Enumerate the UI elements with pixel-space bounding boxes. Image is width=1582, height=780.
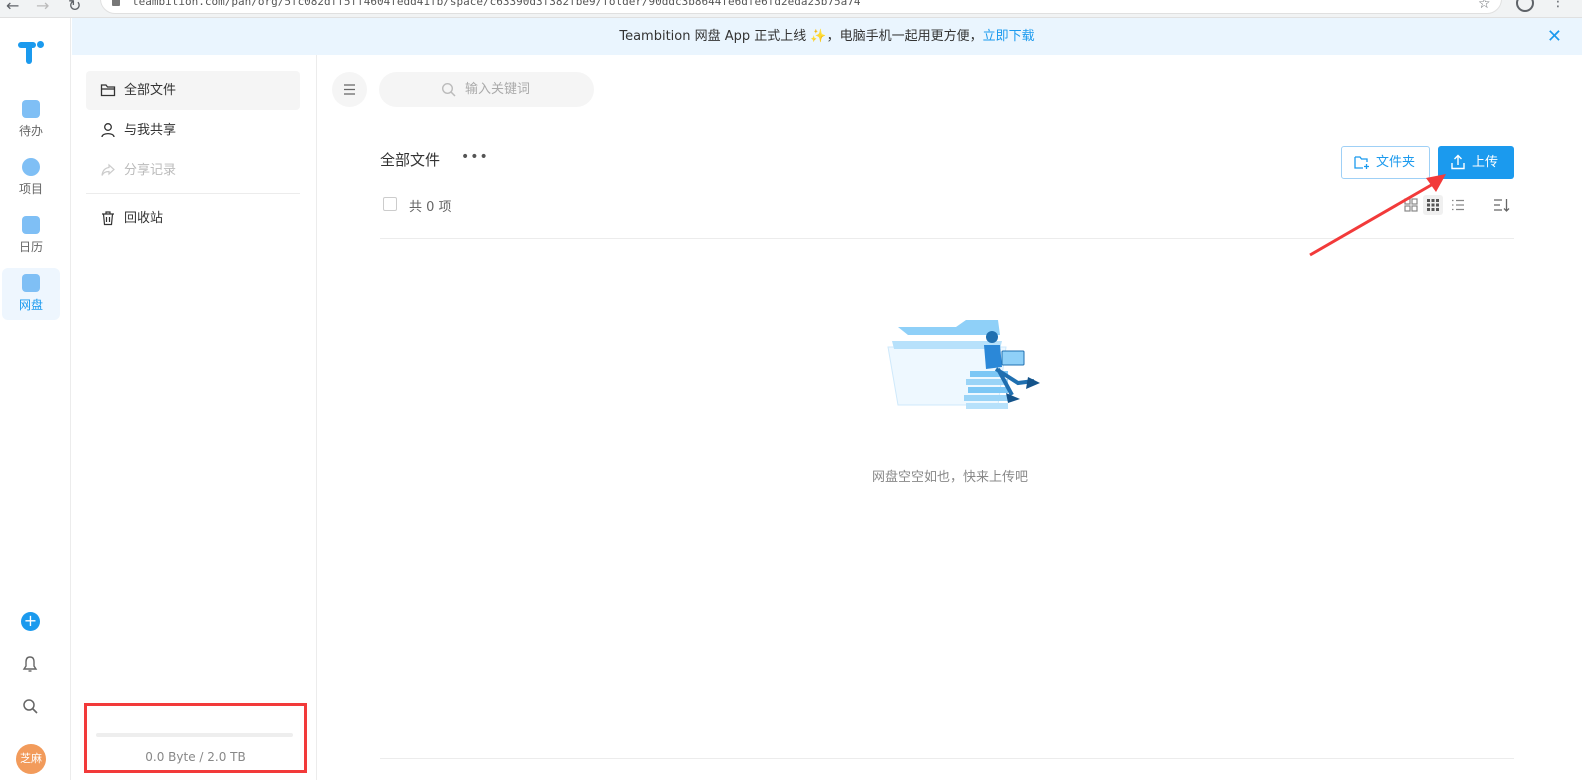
storage-usage: 0.0 Byte / 2.0 TB (84, 703, 307, 773)
nav-divider (86, 193, 300, 194)
bottom-divider (380, 758, 1514, 759)
search-placeholder: 输入关键词 (465, 82, 531, 97)
annotation-arrow (1309, 174, 1446, 257)
hamburger-icon (344, 84, 355, 95)
teambition-logo[interactable] (18, 40, 44, 66)
back-icon[interactable]: ← (6, 0, 19, 15)
rail-item-projects[interactable]: 项目 (2, 152, 60, 204)
rail-item-todo[interactable]: 待办 (2, 94, 60, 146)
search-icon[interactable] (22, 698, 39, 719)
rail-label: 待办 (18, 124, 43, 138)
rail-item-calendar[interactable]: 日历 (2, 210, 60, 262)
toggle-menu-button[interactable] (332, 72, 367, 107)
rail-label: 日历 (18, 240, 43, 254)
drive-nav-panel: 全部文件 与我共享 分享记录 回收站 0.0 Byte / 2.0 TB (72, 55, 317, 780)
calendar-icon (22, 216, 40, 234)
bookmark-star-icon[interactable]: ☆ (1478, 0, 1491, 12)
empty-state-text: 网盘空空如也，快来上传吧 (871, 470, 1028, 485)
todo-icon (22, 100, 40, 118)
nav-label: 分享记录 (124, 163, 177, 178)
empty-folder-illustration (887, 320, 1040, 409)
nav-label: 回收站 (124, 211, 164, 226)
nav-item-all-files[interactable]: 全部文件 (86, 71, 300, 110)
trash-icon (102, 211, 114, 226)
search-input[interactable]: 输入关键词 (379, 72, 594, 107)
nav-label: 全部文件 (124, 83, 177, 98)
rail-label: 网盘 (18, 298, 43, 312)
rail-label: 项目 (18, 182, 43, 196)
bell-icon[interactable] (22, 656, 38, 677)
banner-text-2: ，电脑手机一起用更方便， (826, 29, 983, 44)
sort-icon[interactable] (1493, 197, 1511, 217)
app-rail: 待办 项目 日历 网盘 + 芝麻 (0, 18, 71, 780)
avatar[interactable]: 芝麻 (16, 744, 46, 774)
url-text[interactable]: teambition.com/pan/org/5fc082dff5ff4604f… (132, 0, 860, 8)
breadcrumb: 全部文件 (380, 151, 441, 169)
drive-icon (22, 274, 40, 292)
announcement-banner: Teambition 网盘 App 正式上线 ✨，电脑手机一起用更方便，立即下载… (72, 18, 1582, 55)
download-link[interactable]: 立即下载 (983, 29, 1035, 44)
account-icon[interactable] (1516, 0, 1534, 12)
select-all-checkbox[interactable] (383, 197, 397, 211)
close-icon[interactable]: ✕ (1547, 18, 1562, 55)
nav-item-shared-with-me[interactable]: 与我共享 (86, 111, 300, 150)
forward-icon[interactable]: → (36, 0, 49, 15)
share-arrow-icon (101, 163, 115, 176)
nav-label: 与我共享 (124, 123, 177, 138)
browser-toolbar: ← → ↻ teambition.com/pan/org/5fc082dff5f… (0, 0, 1582, 18)
storage-text: 0.0 Byte / 2.0 TB (145, 750, 246, 764)
project-icon (22, 158, 40, 176)
rail-item-drive[interactable]: 网盘 (2, 268, 60, 320)
search-icon (441, 82, 456, 97)
item-count: 共 0 项 (409, 200, 452, 215)
banner-text: Teambition 网盘 App 正式上线 (619, 29, 811, 44)
party-icon: ✨ (810, 29, 827, 44)
browser-menu-icon[interactable]: ⋮ (1551, 0, 1565, 10)
user-icon (101, 123, 115, 138)
reload-icon[interactable]: ↻ (68, 0, 81, 15)
lock-icon (112, 0, 120, 6)
upload-label: 上传 (1472, 155, 1499, 170)
create-plus-icon[interactable]: + (21, 612, 40, 631)
nav-item-share-history[interactable]: 分享记录 (86, 151, 300, 190)
nav-item-trash[interactable]: 回收站 (86, 199, 300, 238)
more-options-icon[interactable]: ••• (461, 149, 489, 165)
folder-icon (100, 84, 116, 97)
storage-progress-bar (96, 733, 293, 737)
